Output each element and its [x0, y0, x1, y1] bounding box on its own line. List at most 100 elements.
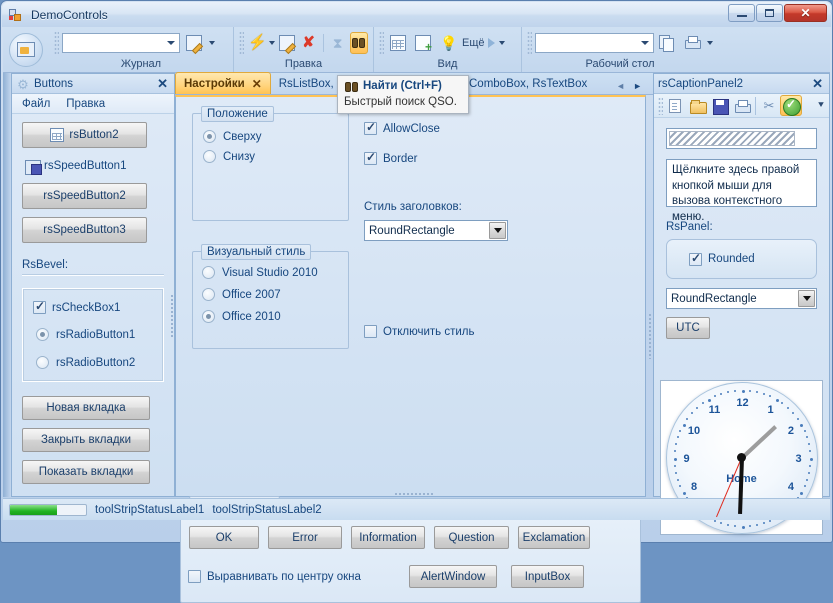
- chevron-down-icon[interactable]: ⯆: [817, 100, 825, 111]
- clock-tick: [734, 389, 737, 392]
- toolbar-gripper[interactable]: [658, 96, 663, 115]
- center-right-splitter[interactable]: [648, 313, 652, 359]
- tab-close-icon[interactable]: ✕: [252, 78, 262, 90]
- style-vs2010-radio[interactable]: Visual Studio 2010: [202, 266, 348, 279]
- horizontal-splitter[interactable]: [394, 492, 434, 496]
- clock-tick: [769, 395, 772, 398]
- log-combo[interactable]: [62, 33, 180, 53]
- chevron-down-icon[interactable]: [798, 290, 815, 307]
- new-button[interactable]: [665, 96, 685, 116]
- open-button[interactable]: [687, 96, 707, 116]
- hourglass-button[interactable]: ⧗: [329, 32, 347, 54]
- clock-tick: [727, 390, 730, 393]
- desktop-combo[interactable]: [535, 33, 654, 53]
- chevron-down-icon[interactable]: [269, 41, 276, 45]
- information-button[interactable]: Information: [351, 526, 425, 549]
- exclamation-button[interactable]: Exclamation: [518, 526, 590, 549]
- hint-button[interactable]: 💡: [437, 32, 459, 54]
- inputbox-button[interactable]: InputBox: [511, 565, 584, 588]
- question-button[interactable]: Question: [434, 526, 509, 549]
- group-gripper[interactable]: [527, 31, 532, 55]
- progress-bar: [9, 503, 87, 516]
- more-label[interactable]: Ещё: [462, 37, 485, 49]
- style-office2010-radio[interactable]: Office 2010: [202, 310, 348, 323]
- delete-button[interactable]: ✘: [299, 32, 317, 54]
- play-arrow-icon[interactable]: [487, 38, 495, 48]
- apply-button[interactable]: [780, 95, 802, 116]
- close-icon[interactable]: ✕: [810, 77, 825, 90]
- rsspeedbutton2-button[interactable]: rsSpeedButton2: [22, 183, 147, 209]
- tabstrip-scroll-right[interactable]: ►: [633, 81, 642, 91]
- maximize-button[interactable]: [756, 4, 783, 22]
- close-tabs-button[interactable]: Закрыть вкладки: [22, 428, 150, 452]
- clock-tick: [787, 406, 789, 409]
- edit-button[interactable]: [278, 32, 296, 54]
- rscheckbox1-checkbox[interactable]: rsCheckBox1: [33, 299, 153, 314]
- group-gripper[interactable]: [54, 31, 59, 55]
- show-tabs-button[interactable]: Показать вкладки: [22, 460, 150, 484]
- menu-item-edit[interactable]: Правка: [66, 98, 105, 110]
- clock-tick: [803, 429, 806, 432]
- close-button[interactable]: ✕: [784, 4, 827, 22]
- chevron-down-icon[interactable]: [498, 41, 505, 45]
- allowclose-checkbox[interactable]: AllowClose: [364, 120, 440, 135]
- toolbar-divider: [755, 96, 756, 115]
- clock-tick: [755, 390, 758, 393]
- position-top-radio[interactable]: Сверху: [203, 130, 348, 143]
- add-row-button[interactable]: [412, 32, 434, 54]
- chevron-down-icon[interactable]: [489, 222, 506, 239]
- clock-tick: [720, 392, 723, 395]
- clock-tick: [755, 524, 758, 526]
- disable-style-checkbox[interactable]: Отключить стиль: [364, 325, 474, 338]
- close-icon[interactable]: ✕: [155, 77, 170, 90]
- style-office2007-radio[interactable]: Office 2007: [202, 288, 348, 301]
- rsspeedbutton3-button[interactable]: rsSpeedButton3: [22, 217, 147, 243]
- save-button[interactable]: [709, 96, 729, 116]
- ok-button[interactable]: OK: [189, 526, 259, 549]
- center-in-window-checkbox[interactable]: Выравнивать по центру окна: [188, 570, 361, 583]
- alertwindow-button[interactable]: AlertWindow: [409, 565, 497, 588]
- chevron-down-icon[interactable]: [209, 41, 215, 45]
- minimize-button[interactable]: [728, 4, 755, 22]
- rounded-checkbox[interactable]: Rounded: [689, 251, 755, 266]
- copy-layout-button[interactable]: [657, 32, 679, 54]
- quick-action-button[interactable]: ⚡: [247, 32, 267, 54]
- print-button[interactable]: [731, 96, 751, 116]
- clock-hub: [737, 453, 746, 462]
- chevron-down-icon[interactable]: [707, 41, 713, 45]
- tab-label: Настройки: [184, 77, 245, 90]
- panel-shape-combo[interactable]: RoundRectangle: [666, 288, 817, 309]
- rsradiobutton1-radio[interactable]: rsRadioButton1: [33, 328, 153, 341]
- new-tab-button[interactable]: Новая вкладка: [22, 396, 150, 420]
- clock-tick: [673, 450, 676, 453]
- cut-button[interactable]: ✂: [760, 96, 778, 116]
- tab-settings[interactable]: Настройки ✕: [175, 72, 271, 94]
- tab-combobox[interactable]: ComboBox, RsTextBox: [461, 74, 595, 94]
- checkbox-box: [364, 120, 377, 135]
- application-orb-button[interactable]: [3, 27, 49, 72]
- chevron-down-icon: [640, 41, 649, 45]
- clock-tick: [676, 436, 679, 439]
- print-layout-button[interactable]: [681, 32, 703, 54]
- caption-style-combo[interactable]: RoundRectangle: [364, 220, 508, 241]
- error-button[interactable]: Error: [268, 526, 342, 549]
- context-menu-hint-textbox[interactable]: Щёлкните здесь правой кнопкой мыши для в…: [666, 159, 817, 223]
- group-gripper[interactable]: [239, 31, 244, 55]
- rsradiobutton2-radio[interactable]: rsRadioButton2: [33, 356, 153, 369]
- button-label: UTC: [676, 322, 700, 334]
- find-button[interactable]: [349, 32, 368, 54]
- rsbutton2-button[interactable]: rsButton2: [22, 122, 147, 148]
- bevel-label: RsBevel:: [22, 259, 69, 271]
- rsspeedbutton1-button[interactable]: rsSpeedButton1: [22, 159, 164, 175]
- menu-item-file[interactable]: Файл: [22, 98, 50, 110]
- utc-button[interactable]: UTC: [666, 317, 710, 339]
- position-bottom-radio[interactable]: Снизу: [203, 150, 348, 163]
- border-checkbox[interactable]: Border: [364, 150, 418, 165]
- button-label: Information: [359, 531, 417, 544]
- hatch-pattern-combo[interactable]: [666, 128, 817, 149]
- tabstrip-scroll-left[interactable]: ◄: [616, 81, 625, 91]
- edit-log-button[interactable]: [183, 32, 205, 54]
- group-gripper[interactable]: [379, 31, 384, 55]
- grid-view-button[interactable]: [387, 32, 409, 54]
- button-label: rsSpeedButton1: [44, 160, 127, 172]
